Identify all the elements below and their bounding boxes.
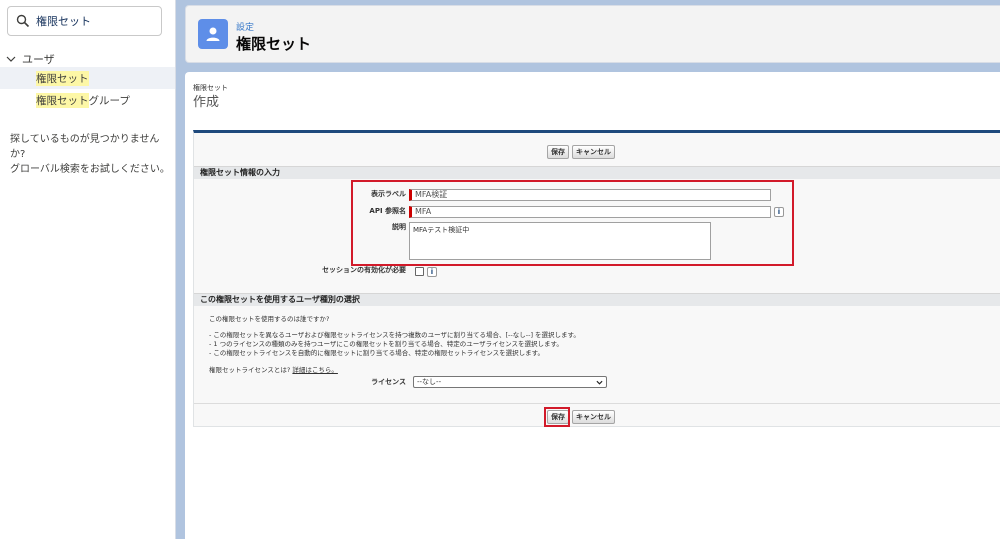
search-match-highlight: 権限セット xyxy=(36,92,89,108)
label-field-label: 表示ラベル xyxy=(371,190,406,198)
description-textarea[interactable]: MFAテスト検証中 xyxy=(409,222,711,260)
save-button-top[interactable]: 保存 xyxy=(547,145,569,159)
page-title: 権限セット xyxy=(236,35,312,53)
description-field-label: 説明 xyxy=(392,223,406,231)
tree-group-users[interactable]: ユーザ xyxy=(6,51,55,67)
license-field-label: ライセンス xyxy=(371,378,406,386)
section-header-permission-set-info: 権限セット情報の入力 xyxy=(194,166,1000,179)
chevron-down-icon xyxy=(596,380,603,385)
details-link[interactable]: 詳細はこちら。 xyxy=(292,366,338,374)
page-header: 設定 権限セット xyxy=(185,5,1000,63)
chevron-down-icon[interactable] xyxy=(6,54,16,64)
api-name-field-label: API 参照名 xyxy=(369,207,406,215)
section-divider xyxy=(194,403,1000,404)
sidebar-item-label-rest: グループ xyxy=(88,94,130,107)
user-type-question: この権限セットを使用するのは誰ですか? xyxy=(209,315,330,323)
tree-group-label: ユーザ xyxy=(22,53,55,66)
section-header-user-type: この権限セットを使用するユーザ種別の選択 xyxy=(194,293,1000,306)
main-content: 権限セット 作成 保存 キャンセル 権限セット情報の入力 表示ラベル MFA検証… xyxy=(185,72,1000,539)
user-icon xyxy=(198,19,228,49)
setup-search-input[interactable] xyxy=(36,14,146,28)
cancel-button-top[interactable]: キャンセル xyxy=(572,145,615,159)
header-breadcrumb[interactable]: 設定 xyxy=(236,20,254,33)
label-input[interactable]: MFA検証 xyxy=(409,189,771,201)
help-line: 探しているものが見つかりませんか? xyxy=(10,134,160,160)
info-icon[interactable]: i xyxy=(774,207,784,217)
license-question: 権限セットライセンスとは? xyxy=(209,366,291,374)
cancel-button-bottom[interactable]: キャンセル xyxy=(572,410,615,424)
license-selected-value: --なし-- xyxy=(417,378,442,386)
page-heading: 作成 xyxy=(193,95,220,110)
sidebar-item-permission-set-groups[interactable]: 権限セット グループ xyxy=(0,89,175,111)
license-select[interactable]: --なし-- xyxy=(413,376,607,388)
instruction-line: - この権限セットライセンスを自動的に権限セットに割り当てる場合、特定の権限セッ… xyxy=(209,349,545,357)
save-button-bottom[interactable]: 保存 xyxy=(547,410,569,424)
session-activation-field-label: セッションの有効化が必要 xyxy=(322,266,406,274)
info-icon[interactable]: i xyxy=(427,267,437,277)
search-match-highlight: 権限セット xyxy=(36,70,89,86)
license-help-text: 権限セットライセンスとは? 詳細はこちら。 xyxy=(209,364,338,374)
sidebar-item-permission-sets[interactable]: 権限セット xyxy=(0,67,175,89)
api-name-input[interactable]: MFA xyxy=(409,206,771,218)
setup-search-box[interactable] xyxy=(7,6,162,36)
sidebar-help-text: 探しているものが見つかりませんか? グローバル検索をお試しください。 xyxy=(10,132,170,177)
help-line: グローバル検索をお試しください。 xyxy=(10,164,170,175)
setup-sidebar: ユーザ 権限セット 権限セットグループ 探しているものが見つかりませんか? グロ… xyxy=(0,0,176,539)
session-activation-checkbox[interactable] xyxy=(415,267,424,276)
search-icon xyxy=(16,14,30,28)
permission-set-edit-form: 保存 キャンセル 権限セット情報の入力 表示ラベル MFA検証 API 参照名 … xyxy=(193,130,1000,427)
